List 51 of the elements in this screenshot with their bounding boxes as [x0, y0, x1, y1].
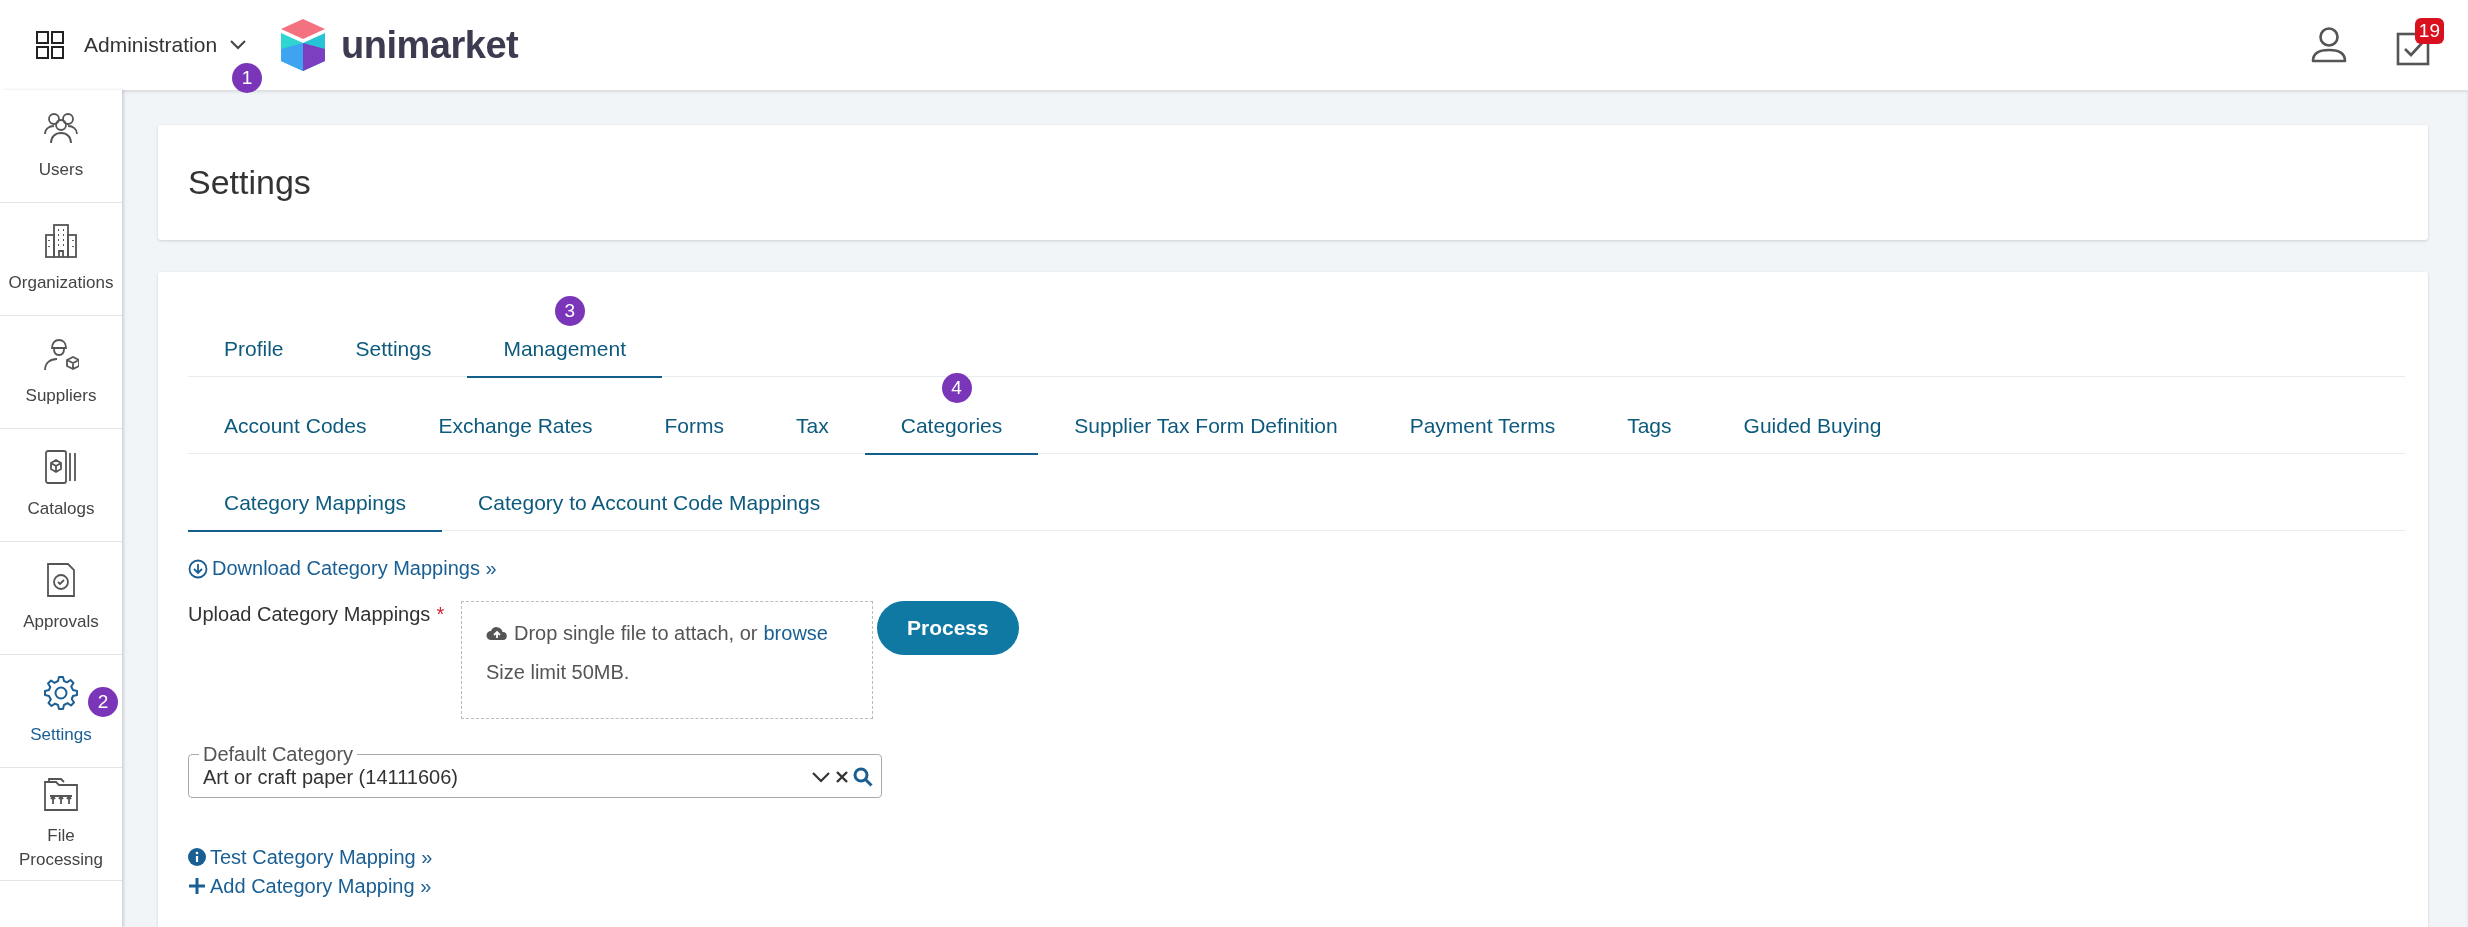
tab[interactable]: Category to Account Code Mappings: [442, 476, 857, 532]
tab[interactable]: Tax: [760, 399, 865, 455]
add-link[interactable]: Add Category Mapping »: [188, 874, 2405, 898]
step-marker: 3: [554, 296, 585, 326]
sidebar-item[interactable]: Settings 2: [0, 655, 122, 768]
cloud-upload-icon: [486, 625, 508, 641]
step-marker: 4: [941, 373, 972, 403]
tab[interactable]: Account Codes: [188, 399, 403, 455]
download-link[interactable]: Download Category Mappings »: [188, 557, 497, 580]
tab[interactable]: Guided Buying: [1707, 399, 1918, 455]
browse-link[interactable]: browse: [763, 621, 828, 645]
field-label: Upload Category Mappings: [188, 602, 431, 626]
logo-text: unimarket: [341, 23, 519, 67]
test-link[interactable]: Test Category Mapping »: [188, 845, 2405, 869]
tab[interactable]: Forms: [628, 399, 761, 455]
plus-icon: [188, 877, 206, 895]
info-icon: [188, 848, 206, 866]
catalog-icon: [43, 449, 79, 485]
folder-upload-icon: [43, 776, 79, 812]
field-label: Default Category: [202, 742, 355, 766]
person-icon: [2310, 26, 2348, 64]
tab[interactable]: Payment Terms: [1373, 399, 1592, 455]
required-mark: *: [436, 602, 445, 626]
search-icon: [853, 767, 873, 787]
dropzone-text: Drop single file to attach, or: [514, 621, 758, 645]
step-marker: 1: [232, 63, 262, 93]
chevron-down-icon: [229, 39, 248, 51]
size-limit-text: Size limit 50MB.: [486, 660, 631, 684]
cube-logo-icon: [279, 19, 328, 71]
chevron-down-icon: [811, 771, 831, 783]
users-icon: [43, 110, 79, 146]
tab[interactable]: Profile: [188, 322, 320, 378]
count-badge: 19: [2414, 18, 2444, 44]
clear-icon: [835, 770, 849, 784]
app-menu-button[interactable]: Administration: [36, 31, 248, 59]
step-marker: 2: [88, 687, 118, 717]
field-value: Art or craft paper (14111606): [203, 765, 459, 789]
building-icon: [43, 223, 79, 259]
tab[interactable]: Supplier Tax Form Definition: [1038, 399, 1374, 455]
tab[interactable]: Settings: [319, 322, 468, 378]
page-title: Settings: [188, 163, 311, 202]
tab[interactable]: Exchange Rates: [402, 399, 629, 455]
tab[interactable]: Category Mappings: [188, 476, 443, 532]
person-box-icon: [43, 336, 79, 372]
file-dropzone[interactable]: Drop single file to attach, or browse Size limit 50MB.: [461, 600, 873, 719]
tab[interactable]: Tags: [1591, 399, 1708, 455]
grid-icon: [36, 31, 64, 59]
process-button[interactable]: Process: [877, 600, 1019, 655]
tasks-button[interactable]: 19: [2390, 18, 2444, 72]
download-icon: [188, 558, 208, 579]
settings-icon: [43, 675, 79, 711]
